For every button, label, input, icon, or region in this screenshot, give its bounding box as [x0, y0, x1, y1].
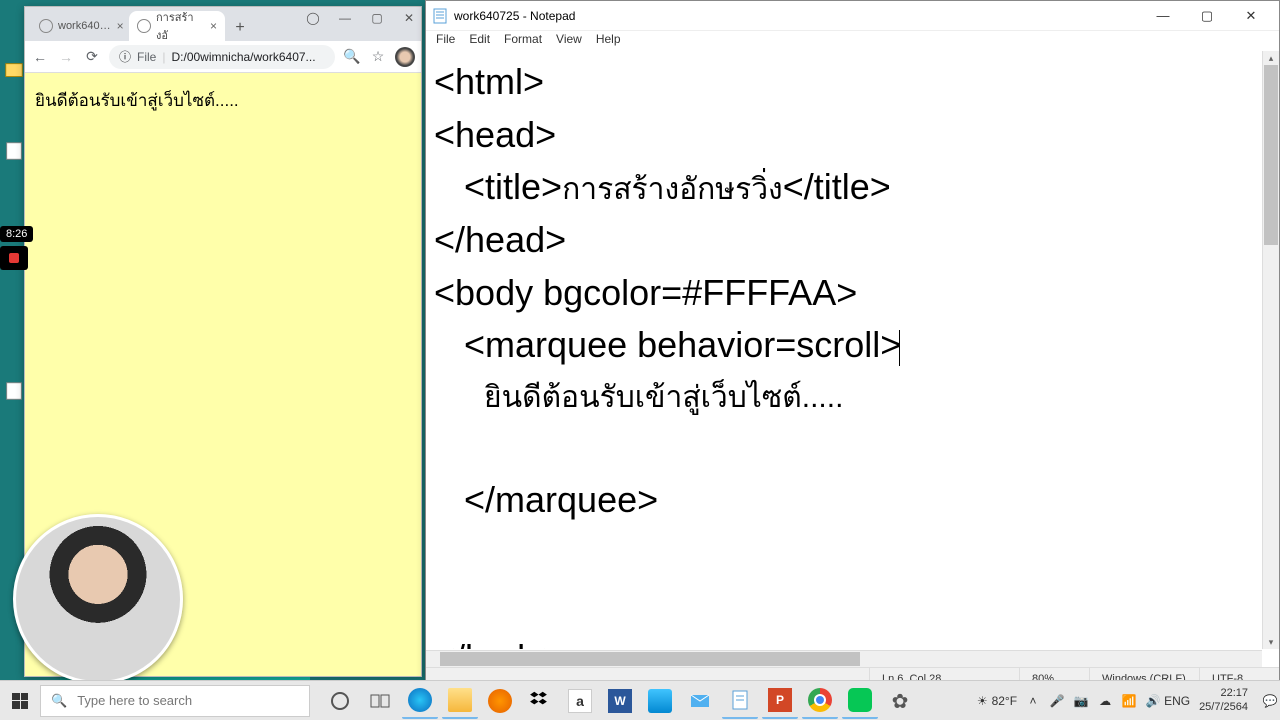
bookmark-icon[interactable]: ☆: [369, 48, 387, 66]
sun-icon: ☀: [977, 694, 988, 708]
weather-widget[interactable]: ☀ 82°F: [977, 694, 1017, 708]
weather-temp: 82°F: [992, 694, 1017, 708]
tray-lang[interactable]: ENG: [1169, 693, 1185, 709]
tray-wifi-icon[interactable]: 📶: [1121, 693, 1137, 709]
tray-clock[interactable]: 22:17 25/7/2564: [1193, 687, 1254, 715]
tray-time: 22:17: [1199, 687, 1248, 701]
extension-icon[interactable]: ◯: [305, 11, 321, 25]
taskbar-app-dropbox[interactable]: [522, 683, 558, 719]
taskbar-app-powerpoint[interactable]: P: [762, 683, 798, 719]
taskbar-app-explorer[interactable]: [442, 683, 478, 719]
taskbar-app-settings[interactable]: ✿: [882, 683, 918, 719]
info-icon[interactable]: ⓘ: [119, 48, 131, 65]
recorder-time: 8:26: [0, 226, 33, 242]
search-placeholder: Type here to search: [77, 693, 192, 708]
minimize-button[interactable]: —: [1141, 2, 1185, 30]
taskbar-app-word[interactable]: W: [602, 683, 638, 719]
desktop-icon[interactable]: [2, 380, 26, 404]
tray-notifications-icon[interactable]: 💬: [1262, 693, 1278, 709]
maximize-button[interactable]: ▢: [1185, 2, 1229, 30]
scroll-up-icon[interactable]: ▴: [1263, 51, 1279, 65]
taskbar-app-notepad[interactable]: [722, 683, 758, 719]
recorder-widget: 8:26: [0, 226, 33, 270]
tray-camera-icon[interactable]: 📷: [1073, 693, 1089, 709]
notepad-titlebar[interactable]: work640725 - Notepad — ▢ ✕: [426, 1, 1279, 31]
scrollbar-thumb[interactable]: [1264, 65, 1278, 245]
menu-format[interactable]: Format: [498, 31, 548, 51]
marquee-text: ยินดีต้อนรับเข้าสู่เว็บไซต์.....: [35, 91, 239, 110]
tab-label: work640…: [58, 20, 111, 32]
menu-file[interactable]: File: [430, 31, 461, 51]
address-bar[interactable]: ⓘ File | D:/00wimnicha/work6407...: [109, 45, 335, 69]
close-icon[interactable]: ×: [117, 19, 124, 33]
url-protocol: File: [137, 50, 156, 64]
scroll-down-icon[interactable]: ▾: [1263, 635, 1279, 649]
chrome-window: work640… × การสร้างอั × + ◯ — ▢ ✕ ← → ⟳ …: [24, 6, 422, 677]
tray-cloud-icon[interactable]: ☁: [1097, 693, 1113, 709]
desktop-icon[interactable]: [2, 140, 26, 164]
tray-chevron-icon[interactable]: ˄: [1025, 693, 1041, 709]
notepad-menubar: File Edit Format View Help: [426, 31, 1279, 51]
taskbar-app-chrome[interactable]: [802, 683, 838, 719]
start-button[interactable]: [0, 681, 40, 720]
task-view-icon[interactable]: [362, 683, 398, 719]
tray-date: 25/7/2564: [1199, 701, 1248, 715]
system-tray: ☀ 82°F ˄ 🎤 📷 ☁ 📶 🔊 ENG 22:17 25/7/2564 💬: [975, 687, 1280, 715]
url-separator: |: [162, 50, 165, 64]
back-button[interactable]: ←: [31, 48, 49, 66]
webcam-overlay: [13, 514, 183, 684]
minimize-button[interactable]: —: [337, 11, 353, 25]
desktop-icon[interactable]: [2, 60, 26, 84]
notepad-editor[interactable]: <html> <head> <title>การสร้างอักษรวิ่ง</…: [426, 51, 1262, 649]
taskbar-app-mail[interactable]: [682, 683, 718, 719]
taskbar-app-firefox[interactable]: [482, 683, 518, 719]
close-icon[interactable]: ×: [210, 19, 217, 33]
menu-view[interactable]: View: [550, 31, 588, 51]
cortana-icon[interactable]: [322, 683, 358, 719]
browser-tab-1[interactable]: work640… ×: [31, 11, 127, 41]
search-icon: 🔍: [51, 693, 67, 709]
taskbar-app-line[interactable]: [842, 683, 878, 719]
browser-tab-2[interactable]: การสร้างอั ×: [129, 11, 225, 41]
window-title: work640725 - Notepad: [454, 9, 575, 23]
reload-button[interactable]: ⟳: [83, 48, 101, 66]
new-tab-button[interactable]: +: [227, 15, 253, 41]
taskbar: 🔍 Type here to search a W P ✿ ☀ 82°F: [0, 680, 1280, 720]
taskbar-app-edge[interactable]: [402, 683, 438, 719]
recorder-stop-button[interactable]: [0, 246, 28, 270]
text-cursor: [899, 330, 900, 366]
horizontal-scrollbar[interactable]: [426, 650, 1262, 667]
chrome-tabstrip: work640… × การสร้างอั × + ◯ — ▢ ✕: [25, 7, 421, 41]
maximize-button[interactable]: ▢: [369, 11, 385, 25]
taskbar-app-store[interactable]: [642, 683, 678, 719]
url-path: D:/00wimnicha/work6407...: [171, 50, 315, 64]
menu-help[interactable]: Help: [590, 31, 627, 51]
notepad-window: work640725 - Notepad — ▢ ✕ File Edit For…: [425, 0, 1280, 690]
taskbar-search[interactable]: 🔍 Type here to search: [40, 685, 310, 717]
zoom-icon[interactable]: 🔍: [343, 48, 361, 66]
vertical-scrollbar[interactable]: ▴ ▾: [1262, 51, 1279, 649]
tab-label: การสร้างอั: [156, 8, 204, 44]
close-button[interactable]: ✕: [401, 11, 417, 25]
profile-avatar[interactable]: [395, 47, 415, 67]
globe-icon: [137, 19, 151, 33]
forward-button[interactable]: →: [57, 48, 75, 66]
tray-volume-icon[interactable]: 🔊: [1145, 693, 1161, 709]
scrollbar-thumb[interactable]: [440, 652, 860, 666]
tray-mic-icon[interactable]: 🎤: [1049, 693, 1065, 709]
globe-icon: [39, 19, 53, 33]
close-button[interactable]: ✕: [1229, 2, 1273, 30]
notepad-icon: [432, 8, 448, 24]
menu-edit[interactable]: Edit: [463, 31, 496, 51]
chrome-toolbar: ← → ⟳ ⓘ File | D:/00wimnicha/work6407...…: [25, 41, 421, 73]
taskbar-app-amazon[interactable]: a: [562, 683, 598, 719]
